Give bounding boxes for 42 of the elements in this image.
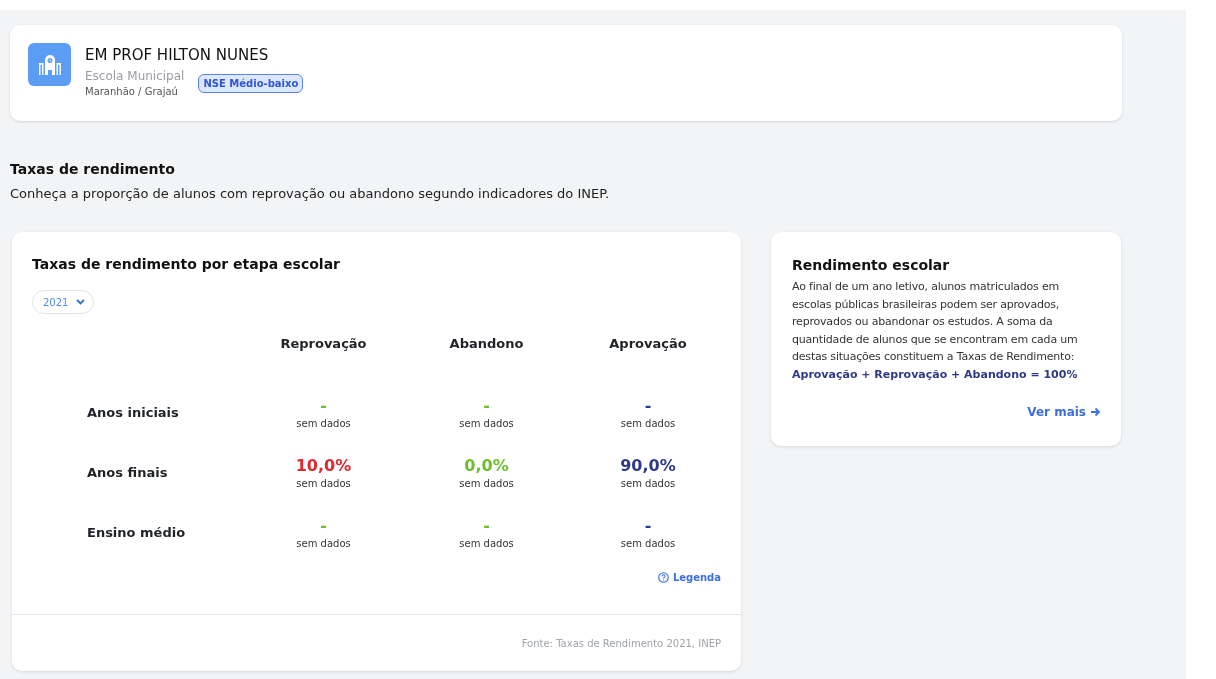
- school-location: Maranhão / Grajaú: [85, 86, 179, 97]
- section-subtitle: Conheça a proporção de alunos com reprovação ou abandono segundo indicadores do INEP.: [10, 186, 611, 201]
- rate-note: sem dados: [296, 477, 351, 489]
- section-title: Taxas de rendimento: [10, 161, 176, 177]
- see-more-link[interactable]: Ver mais: [1027, 404, 1101, 419]
- column-header: Reprovação: [279, 336, 368, 353]
- source-note: Fonte: Taxas de Rendimento 2021, INEP: [521, 637, 721, 649]
- formula-text: Aprovação + Reprovação + Abandono = 100%: [792, 367, 1079, 381]
- help-icon: [657, 572, 669, 583]
- rate-value: -: [483, 395, 490, 415]
- legend-link[interactable]: Legenda: [657, 572, 721, 583]
- chevron-down-icon: [76, 299, 86, 305]
- rate-value: -: [320, 515, 327, 535]
- rate-note: sem dados: [459, 417, 514, 429]
- column-header: Abandono: [448, 336, 525, 353]
- row-label: Ensino médio: [86, 523, 187, 542]
- school-type: Escola Municipal: [85, 69, 185, 83]
- rate-note: sem dados: [296, 417, 351, 429]
- column-header: Aprovação: [608, 336, 688, 353]
- rate-note: sem dados: [459, 537, 514, 549]
- row-label: Anos finais: [86, 463, 169, 482]
- rate-value: 0,0%: [464, 455, 509, 475]
- nse-badge: NSE Médio-baixo: [198, 73, 304, 93]
- row-label: Anos iniciais: [86, 403, 180, 422]
- rate-value: -: [644, 395, 652, 415]
- info-text: Ao final de um ano letivo, alunos matriculados em escolas públicas brasileiras podem ser aprovados, reprovados ou abandonar os estudos. A soma da quantidade de alunos que se encontram em cada um destas situações constituem a Taxas de Rendimento:: [792, 279, 1079, 365]
- rate-value: 10,0%: [295, 455, 352, 475]
- rate-note: sem dados: [620, 417, 676, 429]
- rate-note: sem dados: [620, 537, 676, 549]
- rate-note: sem dados: [296, 537, 351, 549]
- arrow-right-icon: [1090, 406, 1101, 417]
- rate-value: 90,0%: [620, 455, 676, 475]
- rate-note: sem dados: [620, 477, 676, 489]
- rate-value: -: [483, 515, 490, 535]
- card-title: Rendimento escolar: [792, 257, 951, 273]
- year-select[interactable]: 2021: [32, 290, 95, 314]
- school-name: EM PROF HILTON NUNES: [85, 46, 270, 64]
- rate-note: sem dados: [459, 477, 514, 489]
- rate-value: -: [320, 395, 327, 415]
- rate-value: -: [644, 515, 652, 535]
- school-building-icon: [28, 43, 71, 86]
- card-title: Taxas de rendimento por etapa escolar: [32, 256, 341, 272]
